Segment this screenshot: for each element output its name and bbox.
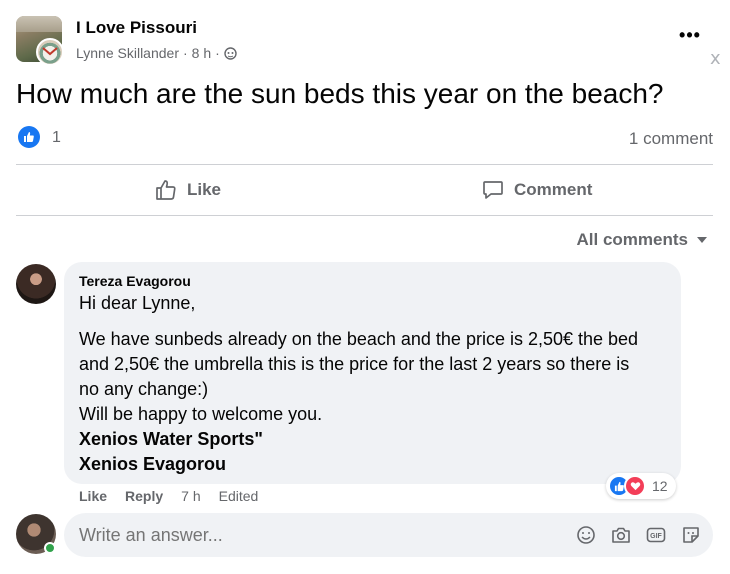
comment-actions: Like Reply 7 h Edited (79, 488, 258, 504)
comment-reaction-count: 12 (652, 478, 668, 494)
comment-reply-button[interactable]: Reply (125, 488, 163, 504)
like-reaction-icon[interactable] (18, 126, 40, 148)
svg-text:GIF: GIF (650, 533, 662, 540)
comment-text-line: Hi dear Lynne, (79, 293, 196, 313)
commenter-name[interactable]: Tereza Evagorou (79, 273, 191, 289)
chevron-down-icon (697, 237, 707, 243)
like-icon (156, 180, 176, 200)
comment-icon (483, 181, 503, 199)
comments-filter-label: All comments (576, 230, 688, 249)
emoji-icon[interactable] (575, 524, 597, 546)
comment-text-line: Will be happy to welcome you. (79, 404, 323, 424)
comment-text-line: We have sunbeds already on the beach and… (79, 329, 639, 349)
answer-input[interactable] (79, 525, 519, 546)
reaction-count[interactable]: 1 (52, 129, 61, 147)
online-status-icon (44, 542, 56, 554)
post-card: I Love Pissouri Lynne Skillander · 8 h ·… (0, 0, 730, 574)
like-button[interactable]: Like (155, 172, 221, 208)
divider (16, 164, 713, 165)
group-privacy-icon (224, 46, 237, 60)
author-name[interactable]: Lynne Skillander (76, 45, 179, 61)
comment-reactions[interactable]: 12 (606, 473, 676, 499)
comment-button[interactable]: Comment (482, 172, 592, 208)
camera-icon[interactable] (610, 524, 632, 546)
gif-icon[interactable]: GIF (645, 524, 667, 546)
comment-signature-line: Xenios Evagorou (79, 454, 227, 474)
comment-signature-line: Xenios Water Sports" (79, 429, 263, 449)
comment-edited-label: Edited (218, 488, 259, 504)
divider (16, 215, 713, 216)
post-time[interactable]: 8 h (192, 45, 211, 61)
love-reaction-icon (624, 475, 646, 497)
post-text: How much are the sun beds this year on t… (16, 78, 664, 109)
meta-separator: · (215, 45, 220, 61)
post-meta: Lynne Skillander · 8 h · (76, 45, 237, 61)
comment-label: Comment (514, 180, 593, 199)
meta-separator: · (183, 45, 188, 61)
sticker-icon[interactable] (680, 524, 702, 546)
comment-time[interactable]: 7 h (181, 488, 200, 504)
comments-filter-dropdown[interactable]: All comments (577, 230, 708, 250)
commenter-avatar[interactable] (16, 264, 56, 304)
comment-count[interactable]: 1 comment (629, 129, 713, 149)
close-icon[interactable]: x (710, 48, 721, 69)
comment-text-line: and 2,50€ the umbrella this is the price… (79, 354, 630, 374)
like-label: Like (187, 180, 222, 199)
comment-text-line: no any change:) (79, 379, 209, 399)
more-options-button[interactable]: ••• (676, 26, 704, 48)
group-name[interactable]: I Love Pissouri (76, 18, 197, 38)
author-avatar[interactable] (36, 38, 64, 66)
comment-like-button[interactable]: Like (79, 488, 107, 504)
